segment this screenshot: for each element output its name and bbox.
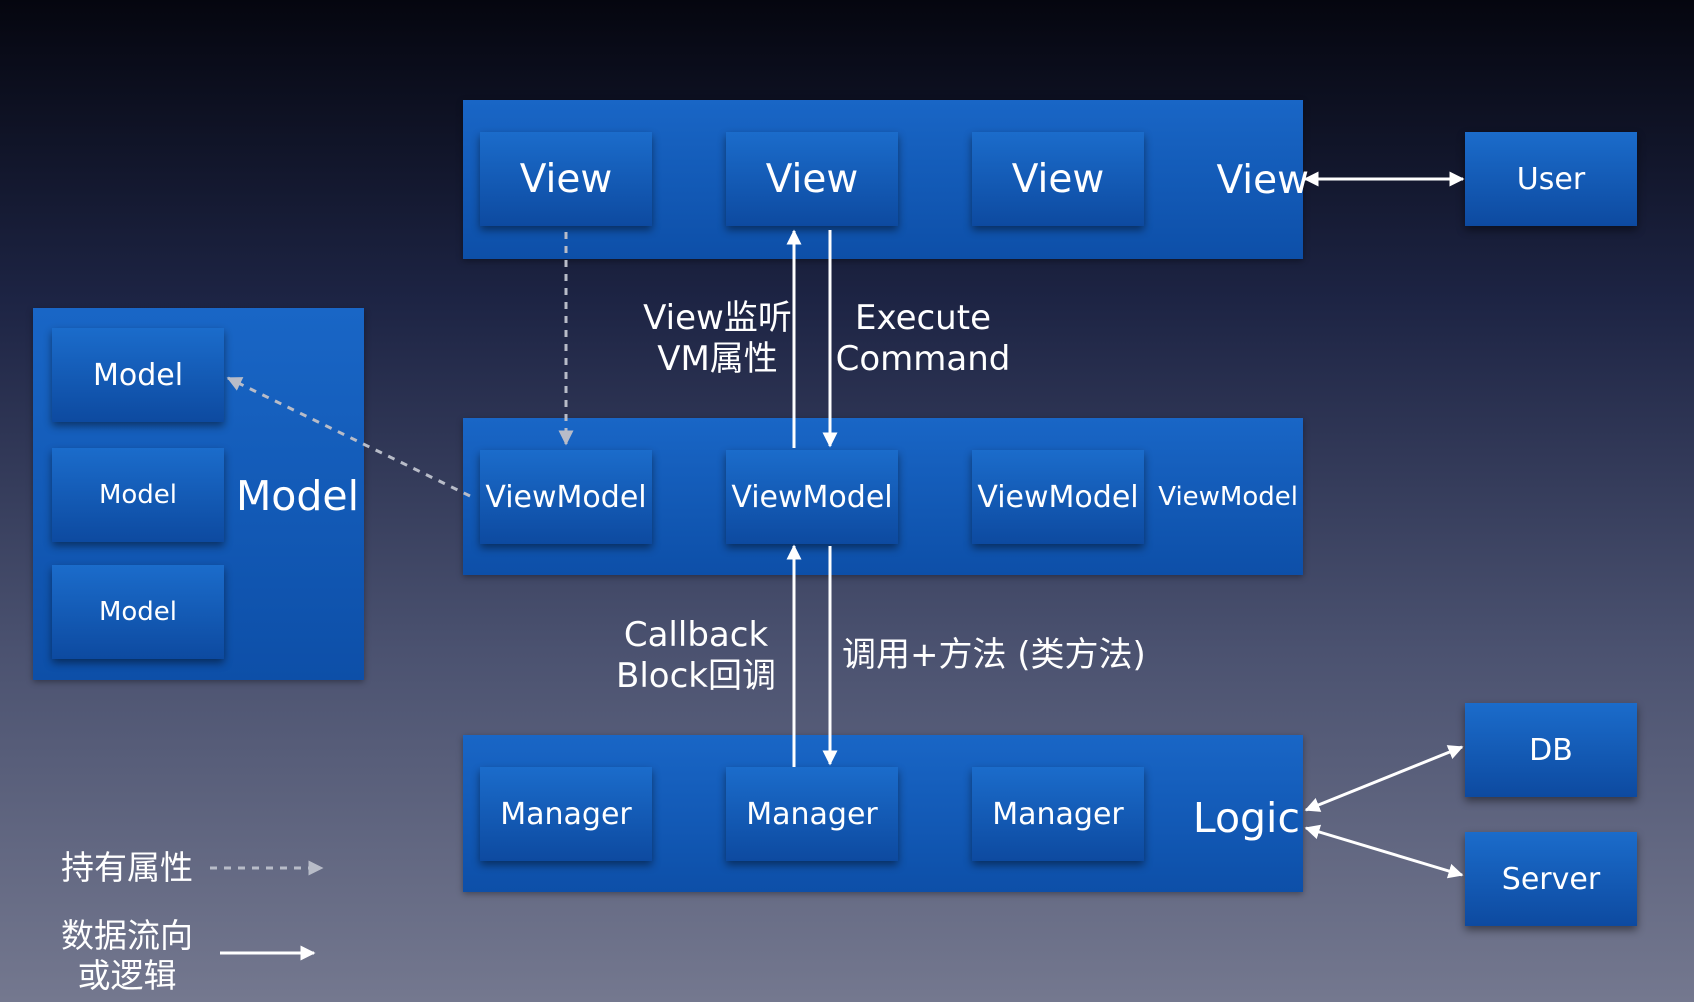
model-box-1: Model: [52, 328, 224, 422]
viewmodel-layer-label: ViewModel: [1158, 482, 1298, 513]
view-observe-line-1: View监听: [643, 297, 792, 338]
manager-box-1: Manager: [480, 767, 652, 861]
model-box-3: Model: [52, 565, 224, 659]
user-box: User: [1465, 132, 1637, 226]
model-box-2: Model: [52, 448, 224, 542]
legend-data-flow-label: 数据流向 或逻辑: [52, 916, 202, 996]
manager-box-3: Manager: [972, 767, 1144, 861]
view-layer-label: View: [1216, 158, 1309, 204]
viewmodel-box-2: ViewModel: [726, 450, 898, 544]
callback-line-1: Callback: [623, 614, 769, 655]
view-box-3: View: [972, 132, 1144, 226]
legend-data-flow-line-1: 数据流向: [61, 915, 193, 955]
legend-holds-property-label: 持有属性: [61, 847, 193, 887]
callback-line-2: Block回调: [616, 656, 776, 696]
callback-label: Callback Block回调: [612, 613, 780, 699]
logic-db-arrow: [1304, 745, 1464, 812]
server-box: Server: [1465, 832, 1637, 926]
execute-command-line-1: Execute: [855, 297, 991, 338]
logic-layer-label: Logic: [1192, 793, 1300, 842]
model-layer-label: Model: [235, 471, 360, 520]
execute-command-label: Execute Command: [835, 296, 1011, 382]
view-observe-line-2: VM属性: [657, 339, 778, 379]
invoke-method-label: 调用+方法 (类方法): [842, 635, 1146, 676]
execute-command-line-2: Command: [835, 339, 1011, 379]
view-box-2: View: [726, 132, 898, 226]
viewmodel-box-1: ViewModel: [480, 450, 652, 544]
viewmodel-box-3: ViewModel: [972, 450, 1144, 544]
legend-data-flow-line-2: 或逻辑: [77, 956, 177, 995]
logic-server-arrow: [1304, 824, 1464, 879]
db-box: DB: [1465, 703, 1637, 797]
view-observe-label: View监听 VM属性: [640, 296, 795, 382]
view-box-1: View: [480, 132, 652, 226]
manager-box-2: Manager: [726, 767, 898, 861]
